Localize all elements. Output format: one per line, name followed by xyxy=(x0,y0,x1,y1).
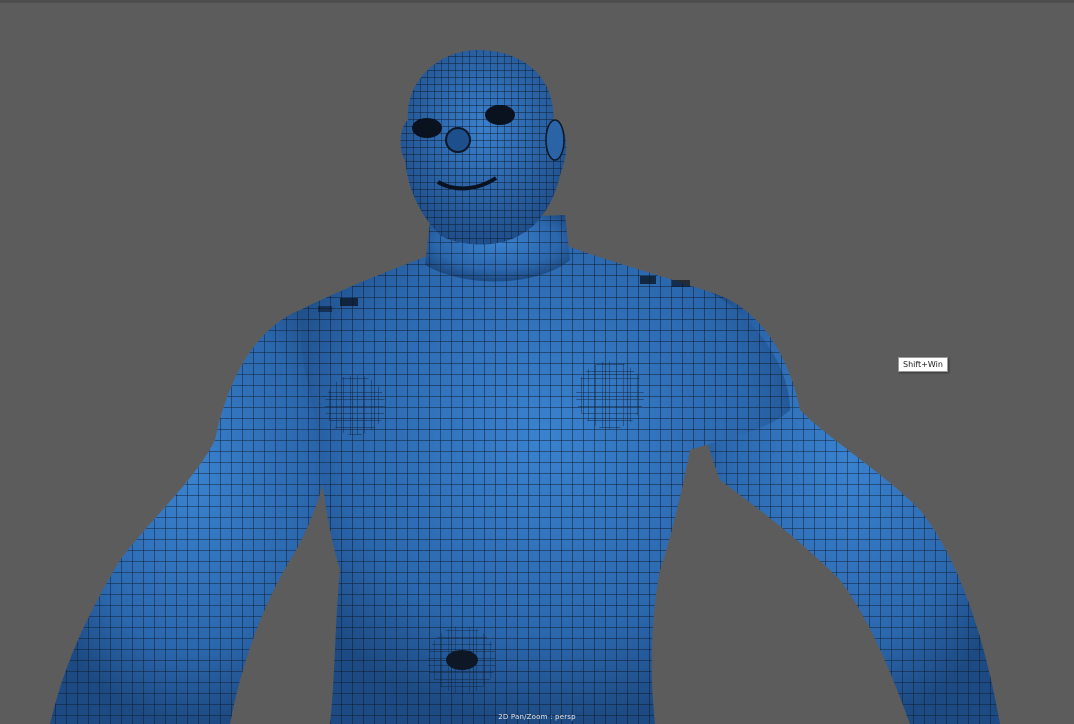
left-arm xyxy=(50,310,335,724)
head xyxy=(400,50,567,245)
shortcut-tooltip: Shift+Win xyxy=(898,357,948,372)
torso xyxy=(300,245,790,724)
viewport-mode-label: 2D Pan/Zoom : persp xyxy=(498,713,576,721)
3d-viewport[interactable]: Shift+Win 2D Pan/Zoom : persp xyxy=(0,0,1074,724)
